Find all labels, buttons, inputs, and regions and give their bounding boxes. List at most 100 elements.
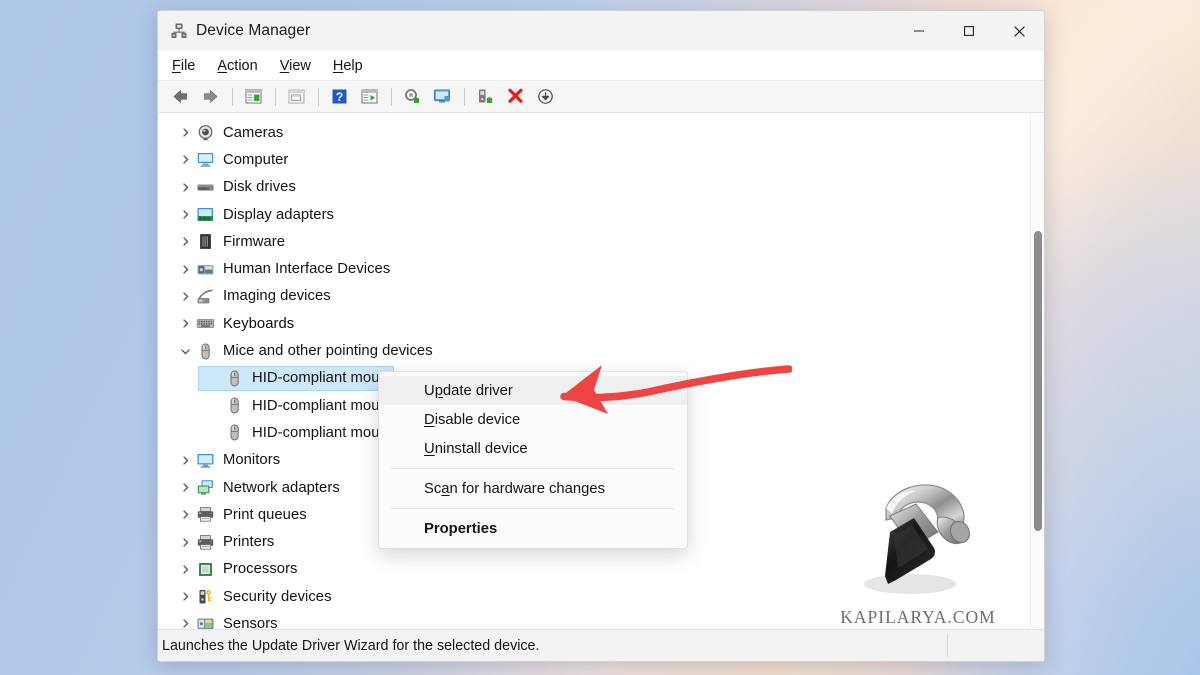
chevron-right-icon: [182, 619, 188, 629]
imaging-device-icon: [197, 289, 213, 304]
tree-expander[interactable]: [176, 206, 194, 224]
computer-icon: [197, 153, 214, 168]
tree-expander[interactable]: [176, 287, 194, 305]
view-icon: [361, 89, 377, 104]
menu-action[interactable]: Action: [217, 56, 268, 76]
vertical-scrollbar-thumb[interactable]: [1034, 231, 1042, 531]
monitor-icon: [197, 453, 214, 468]
menu-file[interactable]: File: [172, 56, 206, 76]
minimize-button[interactable]: [894, 11, 944, 51]
display-adapter-icon: [196, 205, 215, 224]
printer-icon: [196, 533, 215, 552]
maximize-button[interactable]: [944, 11, 994, 51]
chevron-right-icon: [182, 155, 188, 165]
keyboard-icon: [196, 319, 215, 329]
help-button[interactable]: ?: [325, 84, 353, 110]
tree-node[interactable]: Mice and other pointing devices: [176, 337, 1030, 364]
close-button[interactable]: [994, 11, 1044, 51]
imaging-device-icon: [196, 287, 215, 306]
tree-expander[interactable]: [176, 533, 194, 551]
chevron-right-icon: [182, 265, 188, 274]
chevron-right-icon: [182, 292, 188, 301]
menu-view[interactable]: View: [280, 56, 322, 76]
tree-expander[interactable]: [176, 151, 194, 169]
tree-expander[interactable]: [176, 233, 194, 251]
camera-icon: [198, 125, 213, 141]
context-menu-item[interactable]: Scan for hardware changes: [379, 474, 687, 503]
toolbar-separator: [391, 87, 392, 106]
tree-node-label: Monitors: [223, 452, 281, 469]
status-bar: Launches the Update Driver Wizard for th…: [158, 630, 1044, 661]
tree-expander[interactable]: [176, 260, 194, 278]
chevron-right-icon: [182, 592, 188, 601]
processor-icon: [196, 560, 215, 579]
tree-node[interactable]: Human Interface Devices: [176, 255, 1030, 282]
tree-node[interactable]: Display adapters: [176, 201, 1030, 228]
context-menu-item-label: Disable device: [424, 411, 521, 428]
tree-expander[interactable]: [176, 124, 194, 142]
view-button[interactable]: [355, 84, 383, 110]
mouse-icon: [230, 397, 239, 414]
tree-node-label: Cameras: [223, 124, 284, 141]
tree-node-label: Computer: [223, 151, 289, 168]
tree-expander[interactable]: [176, 479, 194, 497]
processor-icon: [199, 562, 212, 576]
tree-node[interactable]: Disk drives: [176, 174, 1030, 201]
disable-device-button[interactable]: [531, 84, 559, 110]
menu-help[interactable]: Help: [333, 56, 374, 76]
update-driver-icon: [404, 89, 420, 103]
hid-icon: [197, 264, 214, 275]
tree-node[interactable]: Keyboards: [176, 310, 1030, 337]
tree-node[interactable]: Computer: [176, 146, 1030, 173]
security-device-icon: [199, 590, 212, 604]
tree-node-label: Human Interface Devices: [223, 261, 391, 278]
tree-node-label: Firmware: [223, 233, 286, 250]
firmware-icon: [200, 234, 211, 250]
tree-node-label: Keyboards: [223, 315, 295, 332]
context-menu-item[interactable]: Update driver: [379, 376, 687, 405]
show-hide-console-tree-button[interactable]: [239, 84, 267, 110]
computer-icon: [196, 150, 215, 169]
network-adapter-icon: [196, 478, 215, 497]
hid-icon: [196, 260, 215, 279]
enable-device-icon: [478, 89, 493, 103]
chevron-right-icon: [182, 237, 188, 246]
toolbar-separator: [318, 87, 319, 106]
properties-button[interactable]: [282, 84, 310, 110]
mouse-icon: [230, 370, 239, 387]
tree-node[interactable]: Cameras: [176, 119, 1030, 146]
tree-expander[interactable]: [176, 588, 194, 606]
uninstall-device-button[interactable]: [501, 84, 529, 110]
back-button[interactable]: [166, 84, 194, 110]
toolbar-separator: [275, 87, 276, 106]
tree-expander[interactable]: [176, 315, 194, 333]
disable-device-icon: [537, 89, 553, 104]
chevron-right-icon: [182, 128, 188, 137]
tree-node[interactable]: Imaging devices: [176, 283, 1030, 310]
tree-node[interactable]: Firmware: [176, 228, 1030, 255]
tree-expander: [205, 397, 223, 415]
toolbar: ?: [158, 81, 1044, 113]
title-bar[interactable]: Device Manager: [158, 11, 1044, 51]
scan-for-hardware-changes-button[interactable]: [428, 84, 456, 110]
tree-node-label: Security devices: [223, 588, 332, 605]
context-menu-separator: [391, 468, 675, 469]
tree-expander[interactable]: [176, 178, 194, 196]
tree-expander[interactable]: [176, 615, 194, 629]
tree-expander[interactable]: [176, 506, 194, 524]
tree-node-label: Imaging devices: [223, 288, 331, 305]
disk-drive-icon: [196, 178, 215, 197]
update-driver-button[interactable]: [398, 84, 426, 110]
tree-node-label: Printers: [223, 534, 275, 551]
tree-expander[interactable]: [176, 451, 194, 469]
window-title: Device Manager: [196, 22, 311, 39]
context-menu-item[interactable]: Properties: [379, 514, 687, 543]
context-menu-item[interactable]: Uninstall device: [379, 434, 687, 463]
chevron-right-icon: [182, 319, 188, 328]
tree-expander[interactable]: [176, 342, 194, 360]
context-menu-item[interactable]: Disable device: [379, 405, 687, 434]
tree-expander[interactable]: [176, 560, 194, 578]
enable-device-button[interactable]: [471, 84, 499, 110]
vertical-scrollbar[interactable]: [1030, 113, 1044, 629]
forward-button[interactable]: [196, 84, 224, 110]
